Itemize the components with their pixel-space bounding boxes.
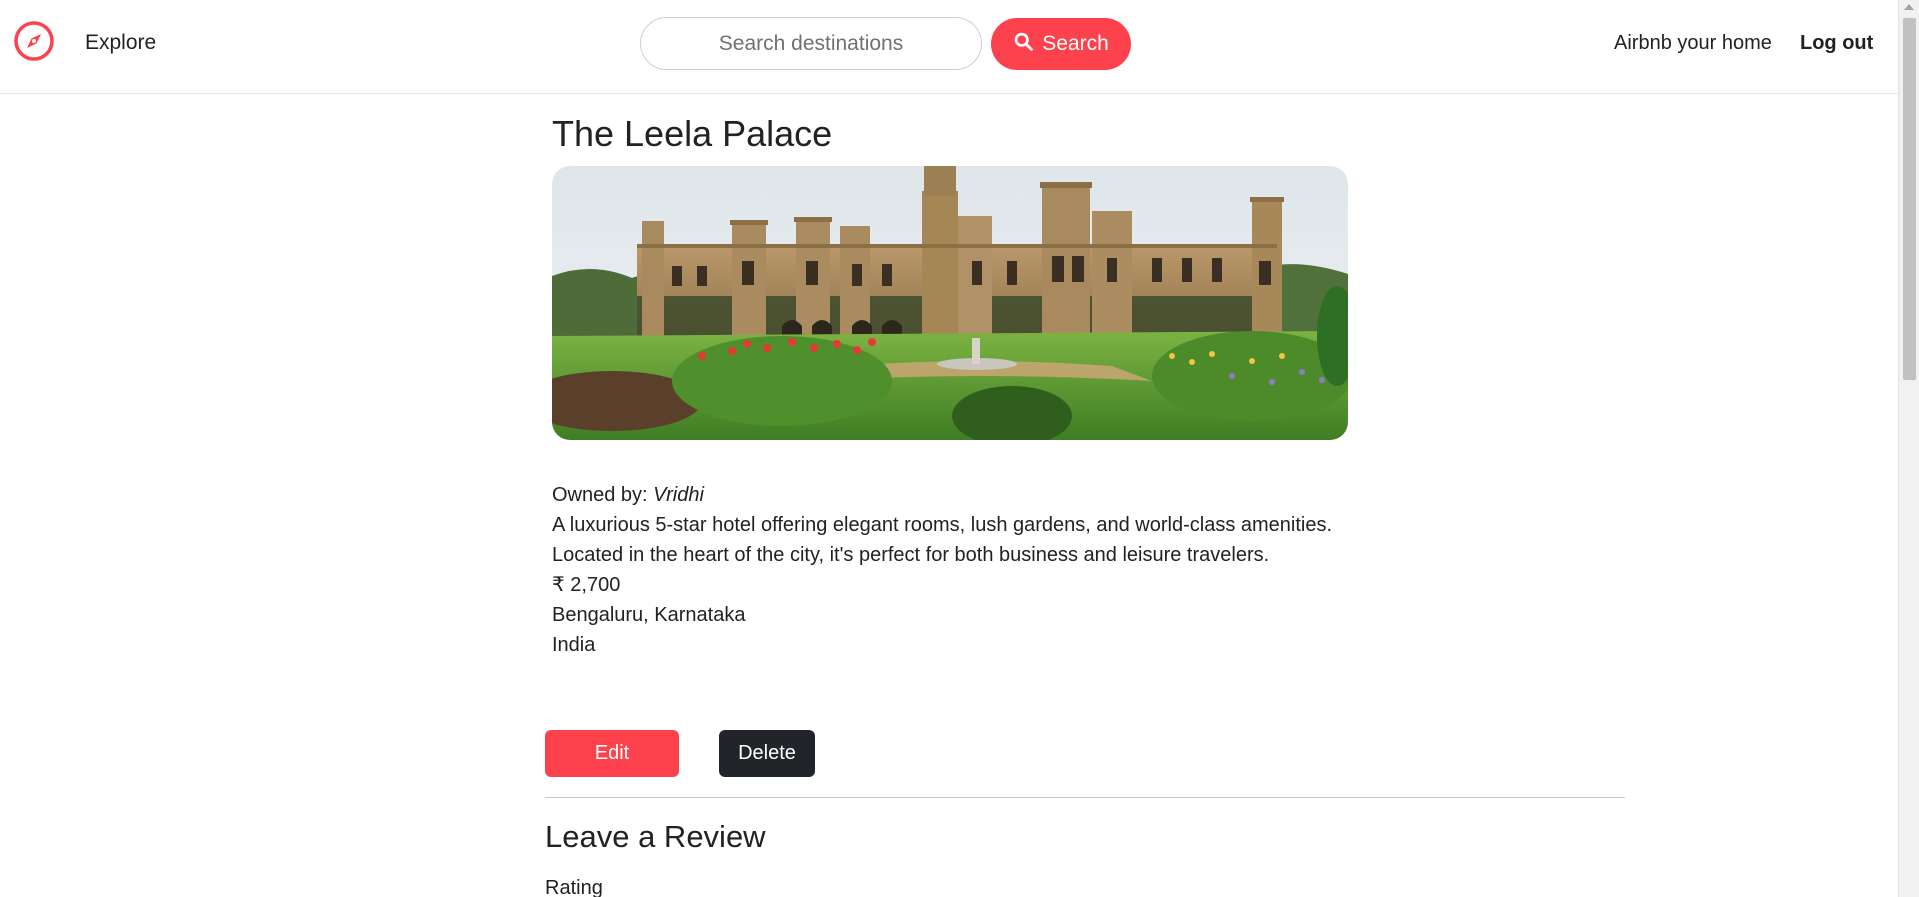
- logout-link[interactable]: Log out: [1800, 32, 1873, 55]
- search-button-label: Search: [1042, 32, 1109, 55]
- scroll-up-arrow-icon[interactable]: [1904, 4, 1914, 10]
- listing-location: Bengaluru, Karnataka: [552, 604, 746, 626]
- listing-country: India: [552, 634, 596, 656]
- navbar: Explore Search Airbnb your home Log out: [0, 0, 1898, 94]
- review-heading: Leave a Review: [545, 819, 766, 854]
- section-divider: [545, 797, 1625, 798]
- owner-line: Owned by: Vridhi: [552, 480, 1342, 510]
- nav-explore-link[interactable]: Explore: [85, 31, 156, 55]
- edit-button[interactable]: Edit: [545, 730, 679, 777]
- compass-icon[interactable]: [13, 20, 55, 62]
- airbnb-your-home-link[interactable]: Airbnb your home: [1614, 32, 1772, 55]
- listing-details: Owned by: Vridhi A luxurious 5-star hote…: [552, 480, 1342, 660]
- search-button[interactable]: Search: [991, 18, 1131, 70]
- search-input[interactable]: [641, 18, 981, 69]
- page-scrollbar[interactable]: [1898, 0, 1919, 897]
- delete-button[interactable]: Delete: [719, 730, 815, 777]
- rating-label: Rating: [545, 877, 603, 897]
- listing-description: A luxurious 5-star hotel offering elegan…: [552, 514, 1333, 566]
- owner-name: Vridhi: [653, 484, 704, 506]
- search-icon: [1013, 31, 1034, 58]
- search-bar: [640, 17, 982, 70]
- owner-prefix: Owned by:: [552, 484, 648, 506]
- listing-title: The Leela Palace: [552, 113, 833, 154]
- listing-price: ₹ 2,700: [552, 574, 621, 596]
- listing-image: [552, 166, 1348, 440]
- scrollbar-thumb[interactable]: [1903, 18, 1916, 380]
